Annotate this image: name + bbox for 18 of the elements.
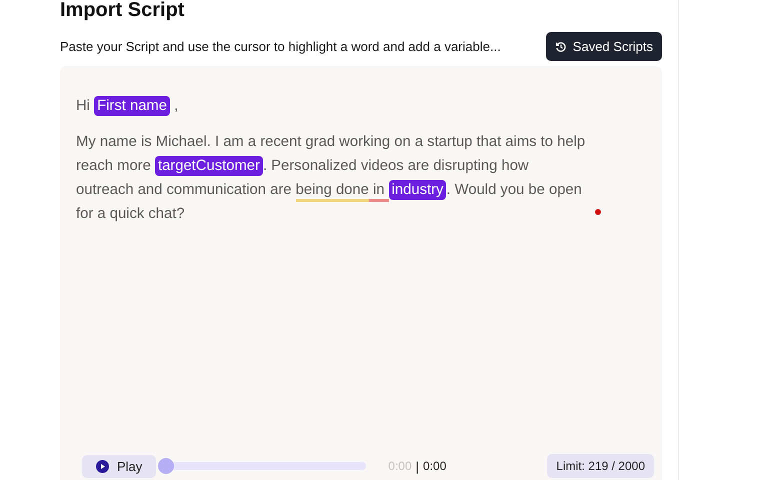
time-separator: | — [416, 458, 420, 474]
cursor-dot — [595, 209, 601, 215]
script-editor[interactable] — [60, 66, 662, 480]
slider-thumb[interactable] — [158, 458, 174, 474]
page-title: Import Script — [60, 0, 186, 22]
instructions-text: Paste your Script and use the cursor to highlight a word and add a variable... — [60, 39, 501, 54]
total-time: 0:00 — [423, 459, 446, 473]
script-paragraph: My name is Michael. I am a recent grad working on a startup that aims to help reach more targetCustomer . Personalized videos are disrupting how outreach and communication are being done in industry . Would you be open for a quick chat? — [76, 133, 586, 224]
history-icon — [554, 40, 567, 52]
limit-badge: Limit: 219 / 2000 — [547, 454, 654, 478]
underlined-words: being done — [296, 182, 369, 202]
play-button[interactable]: Play — [82, 454, 156, 478]
variable-tag[interactable]: targetCustomer — [154, 156, 263, 176]
saved-scripts-button[interactable]: Saved Scripts — [546, 32, 662, 61]
variable-tag[interactable]: First name — [94, 96, 170, 116]
play-icon — [96, 460, 109, 472]
script-paragraph: Hi First name , — [76, 95, 180, 118]
variable-tag[interactable]: industry — [388, 180, 446, 200]
